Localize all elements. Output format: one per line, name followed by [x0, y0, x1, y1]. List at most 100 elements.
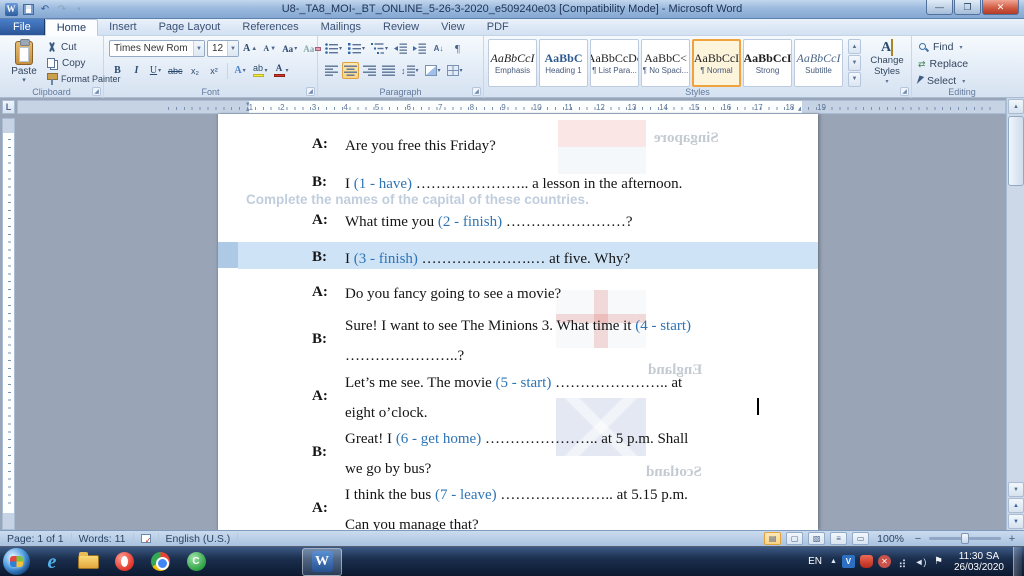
superscript-button[interactable]: x² [206, 62, 223, 79]
tab-view[interactable]: View [430, 19, 476, 35]
font-color-button[interactable]: A ▾ [272, 62, 291, 79]
style-heading-1[interactable]: AaBbC Heading 1 [539, 39, 588, 87]
clock[interactable]: 11:30 SA 26/03/2020 [950, 551, 1008, 573]
align-right-button[interactable] [361, 62, 378, 79]
language-indicator[interactable]: EN [805, 555, 825, 568]
minimize-button[interactable]: — [926, 0, 953, 15]
zoom-level[interactable]: 100% [877, 533, 904, 545]
titlebar[interactable]: W ↶ ↷ ▾ U8-_TA8_MOI-_BT_ONLINE_5-26-3-20… [0, 0, 1024, 19]
scroll-up-button[interactable]: ▲ [1008, 99, 1024, 114]
font-dialog-launcher[interactable]: ◢ [306, 87, 315, 96]
language-status[interactable]: English (U.S.) [159, 532, 239, 545]
decrease-indent-button[interactable] [392, 40, 409, 57]
zoom-out-button[interactable]: − [912, 533, 924, 545]
save-icon[interactable] [21, 3, 35, 16]
underline-button[interactable]: U ▾ [147, 62, 164, 79]
explorer-taskbar-icon[interactable] [70, 548, 106, 576]
dialogue-text[interactable]: I (3 - finish) ………………….… at five. Why? [345, 249, 806, 269]
close-button[interactable]: ✕ [982, 0, 1019, 15]
start-button[interactable] [3, 548, 30, 575]
volume-icon[interactable]: ◄) [914, 555, 927, 568]
select-button[interactable]: Select ▾ [916, 74, 968, 88]
tab-insert[interactable]: Insert [98, 19, 148, 35]
bullets-button[interactable]: ▾ [323, 40, 344, 57]
increase-indent-button[interactable] [411, 40, 428, 57]
font-size-combo[interactable]: 12 ▼ [207, 40, 239, 57]
document-page[interactable]: Singapore Complete the names of the capit… [218, 114, 818, 530]
style-subtitle[interactable]: AaBbCcI Subtitle [794, 39, 843, 87]
numbering-button[interactable]: ▾ [346, 40, 367, 57]
next-page-button[interactable]: ▼ [1008, 514, 1024, 529]
sort-button[interactable]: A↓ [430, 40, 447, 57]
dialogue-text[interactable]: I think the bus (7 - leave) ………………….. at… [345, 485, 806, 530]
proofing-status[interactable] [134, 532, 159, 545]
line-spacing-button[interactable]: ↕ ▾ [399, 62, 421, 79]
tab-pdf[interactable]: PDF [476, 19, 520, 35]
multilevel-list-button[interactable]: ▾ [369, 40, 390, 57]
styles-scroll-down[interactable]: ▼ [848, 55, 861, 71]
tab-references[interactable]: References [231, 19, 309, 35]
dialogue-text[interactable]: Sure! I want to see The Minions 3. What … [345, 316, 806, 366]
fullscreen-view-button[interactable]: ▢ [786, 532, 804, 545]
align-center-button[interactable] [342, 62, 359, 79]
italic-button[interactable]: I [128, 62, 145, 79]
tab-page-layout[interactable]: Page Layout [148, 19, 232, 35]
tab-home[interactable]: Home [44, 19, 99, 36]
web-layout-view-button[interactable]: ▧ [808, 532, 826, 545]
justify-button[interactable] [380, 62, 397, 79]
previous-page-button[interactable]: ▲ [1008, 498, 1024, 513]
ie-taskbar-icon[interactable]: e [34, 548, 70, 576]
word-taskbar-button[interactable]: W [302, 547, 342, 576]
shrink-font-button[interactable]: A ▼ [261, 40, 278, 57]
document-area[interactable]: Singapore Complete the names of the capit… [0, 98, 1006, 530]
change-case-button[interactable]: Aa ▾ [280, 40, 299, 57]
unikey-icon[interactable]: V [841, 555, 855, 568]
dialogue-text[interactable]: Let’s me see. The movie (5 - start) …………… [345, 373, 806, 423]
word-logo-icon[interactable]: W [4, 2, 18, 16]
print-layout-view-button[interactable]: ▤ [764, 532, 782, 545]
styles-dialog-launcher[interactable]: ◢ [900, 87, 909, 96]
style-no-spaci[interactable]: AaBbC< ¶ No Spaci... [641, 39, 690, 87]
scrollbar-thumb[interactable] [1008, 116, 1024, 186]
redo-icon[interactable]: ↷ [55, 3, 69, 16]
dialogue-text[interactable]: Are you free this Friday? [345, 136, 806, 156]
qat-dropdown-icon[interactable]: ▾ [72, 3, 86, 16]
antivirus-shield-icon[interactable] [859, 555, 873, 568]
tab-mailings[interactable]: Mailings [310, 19, 372, 35]
undo-icon[interactable]: ↶ [38, 3, 52, 16]
style-strong[interactable]: AaBbCcI Strong [743, 39, 792, 87]
paste-button[interactable]: Paste ▾ [3, 39, 45, 85]
zoom-slider[interactable] [929, 533, 1001, 544]
strikethrough-button[interactable]: abc [166, 62, 185, 79]
hidden-icons-arrow[interactable]: ▲ [830, 558, 837, 565]
subscript-button[interactable]: x₂ [187, 62, 204, 79]
highlight-color-button[interactable]: ab ▾ [251, 62, 270, 79]
style-emphasis[interactable]: AaBbCcI Emphasis [488, 39, 537, 87]
network-icon[interactable]: ⣴ [896, 555, 909, 568]
show-paragraph-marks-button[interactable]: ¶ [449, 40, 466, 57]
word-count[interactable]: Words: 11 [72, 532, 134, 545]
outline-view-button[interactable]: ≡ [830, 532, 848, 545]
styles-scroll-up[interactable]: ▲ [848, 39, 861, 55]
paragraph-dialog-launcher[interactable]: ◢ [472, 87, 481, 96]
styles-more-button[interactable]: ▼ [848, 71, 861, 87]
style-normal[interactable]: AaBbCcI ¶ Normal [692, 39, 741, 87]
change-styles-button[interactable]: A Change Styles ▾ [864, 39, 910, 87]
page-indicator[interactable]: Page: 1 of 1 [0, 532, 72, 545]
tab-file[interactable]: File [0, 19, 45, 35]
shading-button[interactable]: ▾ [423, 62, 443, 79]
replace-button[interactable]: ⇄ Replace [918, 57, 968, 71]
draft-view-button[interactable]: ▭ [852, 532, 870, 545]
dialogue-text[interactable]: Do you fancy going to see a movie? [345, 284, 806, 304]
style-list-para[interactable]: AaBbCcDc¶ List Para... [590, 39, 639, 87]
scroll-down-button[interactable]: ▼ [1008, 482, 1024, 497]
dialogue-text[interactable]: I (1 - have) ………………….. a lesson in the a… [345, 174, 806, 194]
find-button[interactable]: Find ▾ [918, 40, 968, 54]
grow-font-button[interactable]: A ▲ [241, 40, 259, 57]
dialogue-text[interactable]: What time you (2 - finish) ……………………? [345, 212, 806, 232]
text-effects-button[interactable]: A ▾ [232, 62, 249, 79]
opera-taskbar-icon[interactable] [106, 548, 142, 576]
action-center-flag-icon[interactable]: ⚑ [932, 555, 945, 568]
borders-button[interactable]: ▾ [445, 62, 465, 79]
font-name-combo[interactable]: Times New Rom ▼ [109, 40, 205, 57]
